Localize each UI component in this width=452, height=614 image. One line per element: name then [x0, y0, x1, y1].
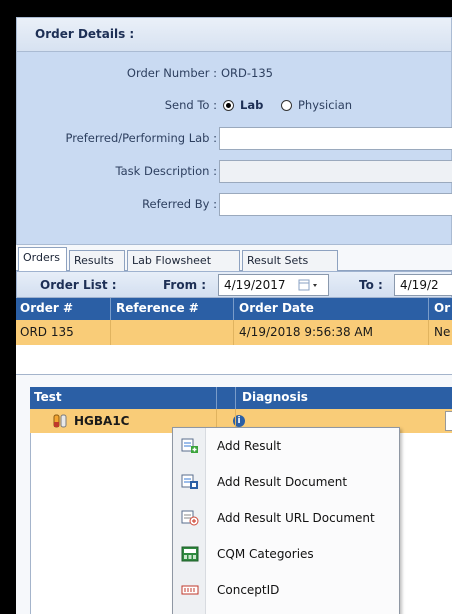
- tab-lab-flowsheet[interactable]: Lab Flowsheet: [127, 250, 240, 271]
- to-date-picker[interactable]: 4/19/2: [394, 274, 452, 296]
- diagnosis-field[interactable]: [445, 411, 452, 431]
- send-to-label: Send To :: [164, 98, 217, 112]
- tab-orders[interactable]: Orders: [18, 247, 67, 272]
- order-details-panel: Order Number : ORD-135 Send To : Lab Phy…: [16, 52, 452, 245]
- lab-test-icon: [53, 414, 67, 428]
- menu-item-add-result[interactable]: Add Result: [173, 430, 399, 464]
- menu-item-add-result-document[interactable]: Add Result Document: [173, 466, 399, 500]
- add-result-url-document-icon: [181, 510, 199, 526]
- col-order-date[interactable]: Order Date: [239, 301, 314, 315]
- preferred-lab-label: Preferred/Performing Lab :: [65, 131, 217, 145]
- order-extra-cell: Ne: [434, 325, 451, 339]
- send-to-physician-radio[interactable]: [281, 100, 292, 111]
- referred-by-field[interactable]: [219, 193, 452, 216]
- order-number-value: ORD-135: [221, 66, 273, 80]
- tab-strip: Orders Results Lab Flowsheet Result Sets: [16, 245, 452, 272]
- add-result-document-icon: [181, 474, 198, 489]
- order-number-label: Order Number :: [126, 66, 217, 80]
- col-order-number[interactable]: Order #: [20, 301, 73, 315]
- from-date-value: 4/19/2017: [224, 278, 286, 292]
- send-to-lab-radio[interactable]: [223, 100, 234, 111]
- order-list-toolbar: Order List : From : 4/19/2017 To : 4/19/…: [16, 271, 452, 298]
- to-date-value: 4/19/2: [400, 278, 439, 292]
- menu-item-label: CQM Categories: [217, 547, 314, 561]
- menu-item-label: Add Result URL Document: [217, 511, 375, 525]
- orders-grid-empty-area: [16, 345, 452, 375]
- send-to-lab-label[interactable]: Lab: [240, 98, 263, 112]
- menu-item-label: Add Result Document: [217, 475, 348, 489]
- tests-grid-header: Test Diagnosis: [30, 387, 452, 409]
- calendar-icon[interactable]: [298, 279, 320, 291]
- col-test[interactable]: Test: [34, 390, 62, 404]
- cqm-icon: [181, 546, 199, 562]
- orders-grid-header: Order # Reference # Order Date Or: [16, 298, 452, 320]
- col-diagnosis[interactable]: Diagnosis: [242, 390, 308, 404]
- to-label: To :: [359, 278, 383, 292]
- menu-item-cqm-categories[interactable]: CQM Categories: [173, 538, 399, 572]
- test-name: HGBA1C: [74, 414, 130, 428]
- menu-item-label: ConceptID: [217, 583, 280, 597]
- order-details-header: Order Details :: [16, 17, 452, 52]
- menu-item-add-result-url-document[interactable]: Add Result URL Document: [173, 502, 399, 536]
- col-order-extra[interactable]: Or: [434, 301, 450, 315]
- tab-result-sets[interactable]: Result Sets: [242, 250, 338, 271]
- order-details-title: Order Details :: [35, 27, 135, 41]
- context-menu: Add Result Add Result Document Add Resul…: [172, 427, 400, 614]
- tab-results[interactable]: Results: [69, 250, 125, 271]
- task-description-label: Task Description :: [115, 164, 217, 178]
- task-description-field[interactable]: [219, 160, 452, 183]
- concept-id-icon: [181, 585, 199, 595]
- from-label: From :: [163, 278, 207, 292]
- table-row[interactable]: ORD 135 4/19/2018 9:56:38 AM Ne: [16, 320, 452, 345]
- preferred-lab-field[interactable]: [219, 127, 452, 150]
- order-window: Order Details : Order Number : ORD-135 S…: [16, 17, 452, 614]
- referred-by-label: Referred By :: [142, 197, 217, 211]
- menu-item-concept-id[interactable]: ConceptID: [173, 574, 399, 608]
- add-result-icon: [181, 438, 198, 453]
- col-reference-number[interactable]: Reference #: [116, 301, 199, 315]
- order-number-cell: ORD 135: [20, 325, 74, 339]
- order-list-title: Order List :: [40, 278, 117, 292]
- order-date-cell: 4/19/2018 9:56:38 AM: [239, 325, 373, 339]
- send-to-physician-label[interactable]: Physician: [298, 98, 352, 112]
- menu-item-label: Add Result: [217, 439, 282, 453]
